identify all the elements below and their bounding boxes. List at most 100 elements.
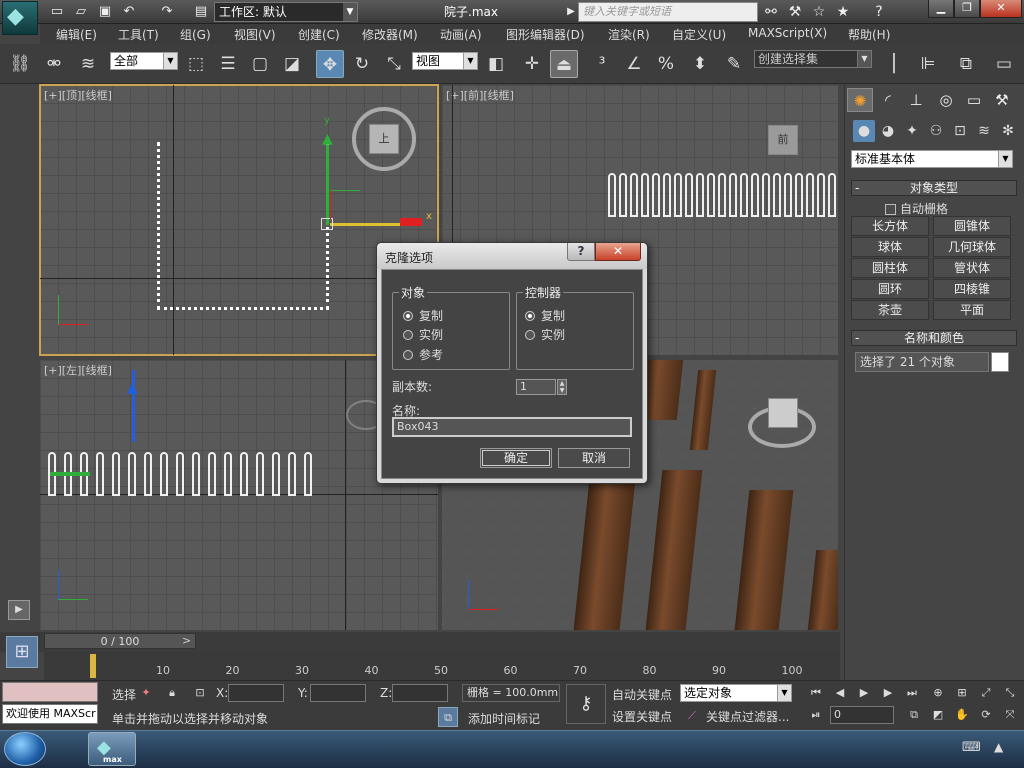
redo-icon[interactable]: ↷: [158, 3, 176, 21]
add-time-tag-label[interactable]: 添加时间标记: [468, 710, 540, 727]
object-type-button[interactable]: 长方体: [851, 216, 929, 236]
maxscript-listener-mini[interactable]: [2, 682, 98, 702]
go-to-start-icon[interactable]: ⏮: [806, 683, 826, 703]
menu-group[interactable]: 组(G): [180, 26, 211, 43]
new-file-icon[interactable]: ▭: [48, 3, 66, 21]
gizmo-x-axis[interactable]: [330, 223, 410, 226]
manipulate-icon[interactable]: ✛: [518, 50, 546, 78]
object-type-button[interactable]: 圆锥体: [933, 216, 1011, 236]
maxscript-welcome-field[interactable]: 欢迎使用 MAXScr: [2, 704, 98, 724]
menu-views[interactable]: 视图(V): [234, 26, 276, 43]
viewcube[interactable]: 上: [369, 124, 399, 154]
rectangular-selection-icon[interactable]: ▢: [246, 50, 274, 78]
gizmo-y-axis[interactable]: [326, 145, 329, 225]
keyboard-icon[interactable]: ⌨: [962, 740, 981, 755]
next-frame-icon[interactable]: ▶: [878, 683, 898, 703]
current-frame-field[interactable]: 0: [830, 706, 894, 724]
zoom-icon[interactable]: ⊕: [928, 683, 948, 703]
help-icon[interactable]: ?: [870, 3, 888, 21]
object-type-button[interactable]: 平面: [933, 300, 1011, 320]
menu-tools[interactable]: 工具(T): [118, 26, 159, 43]
ok-button[interactable]: 确定: [480, 448, 552, 468]
pan-hand-icon[interactable]: ✋: [952, 705, 972, 725]
spinner-snap-icon[interactable]: ⬍: [686, 50, 714, 78]
close-window-button[interactable]: ✕: [980, 0, 1022, 18]
project-folder-icon[interactable]: ▤: [192, 3, 210, 21]
pivot-center-icon[interactable]: ◧: [482, 50, 510, 78]
tray-arrow-icon[interactable]: ▲: [994, 740, 1003, 754]
object-type-button[interactable]: 圆环: [851, 279, 929, 299]
star-icon[interactable]: ★: [834, 3, 852, 21]
helpers-icon[interactable]: ⊡: [949, 120, 971, 142]
window-crossing-icon[interactable]: ◪: [278, 50, 306, 78]
motion-tab-icon[interactable]: ◎: [933, 88, 959, 112]
select-and-rotate-icon[interactable]: ↻: [348, 50, 376, 78]
time-tag-icon[interactable]: ⧉: [438, 707, 458, 727]
menu-maxscript[interactable]: MAXScript(X): [748, 26, 827, 40]
viewcube[interactable]: 前: [768, 125, 798, 155]
binoculars-icon[interactable]: ⚯: [762, 3, 780, 21]
object-type-button[interactable]: 茶壶: [851, 300, 929, 320]
menu-rendering[interactable]: 渲染(R): [608, 26, 650, 43]
object-type-rollout-header[interactable]: - 对象类型: [851, 180, 1017, 196]
cancel-button[interactable]: 取消: [558, 448, 630, 468]
undo-icon[interactable]: ↶: [120, 3, 138, 21]
hierarchy-tab-icon[interactable]: ⊥: [903, 88, 929, 112]
link-icon[interactable]: ⛓: [6, 50, 34, 78]
orbit-icon[interactable]: ⟳: [976, 705, 996, 725]
select-and-scale-icon[interactable]: ⤡: [380, 50, 408, 78]
fence-outline-shape[interactable]: [157, 142, 329, 310]
selection-filter-dropdown[interactable]: 全部 ▼: [110, 52, 178, 70]
menu-help[interactable]: 帮助(H): [848, 26, 890, 43]
edit-named-selection-icon[interactable]: ✎: [720, 50, 748, 78]
object-type-button[interactable]: 圆柱体: [851, 258, 929, 278]
create-tab-sun-icon[interactable]: ✺: [847, 88, 873, 112]
viewport-label[interactable]: [+][顶][线框]: [44, 87, 112, 103]
select-by-name-icon[interactable]: ☰: [214, 50, 242, 78]
isolate-bulb-icon[interactable]: ✦: [136, 683, 156, 703]
subscription-icon[interactable]: ☆: [810, 3, 828, 21]
angle-snap-icon[interactable]: ∠: [620, 50, 648, 78]
maximize-viewport-icon[interactable]: ⤧: [1000, 705, 1020, 725]
select-object-icon[interactable]: ⬚: [182, 50, 210, 78]
shapes-icon[interactable]: ◕: [877, 120, 899, 142]
app-logo-button[interactable]: ◆: [2, 1, 38, 35]
key-mode-toggle-icon[interactable]: ⏯: [806, 705, 826, 725]
fence-front-view[interactable]: [608, 173, 838, 218]
object-copy-radio[interactable]: 复制: [403, 307, 443, 324]
controller-instance-radio[interactable]: 实例: [525, 326, 565, 343]
key-filters-button[interactable]: 关键点过滤器...: [706, 708, 789, 725]
menu-graph-editors[interactable]: 图形编辑器(D): [506, 26, 585, 43]
object-reference-radio[interactable]: 参考: [403, 346, 443, 363]
modify-tab-icon[interactable]: ◜: [875, 88, 901, 112]
time-next-arrow-icon[interactable]: >: [182, 634, 191, 647]
set-key-button[interactable]: 设置关键点: [612, 708, 672, 725]
dialog-close-button[interactable]: ✕: [595, 243, 641, 261]
workspace-dropdown[interactable]: 工作区: 默认 ▼: [214, 2, 358, 22]
key-mode-dropdown[interactable]: 选定对象 ▼: [680, 684, 792, 702]
primitive-category-dropdown[interactable]: 标准基本体 ▼: [851, 150, 1013, 168]
set-key-key-icon[interactable]: ⚷: [566, 684, 606, 724]
auto-key-button[interactable]: 自动关键点: [612, 686, 672, 703]
object-type-button[interactable]: 球体: [851, 237, 929, 257]
reference-coord-dropdown[interactable]: 视图 ▼: [412, 52, 478, 70]
play-icon[interactable]: ▶: [854, 683, 874, 703]
named-selection-dropdown[interactable]: 创建选择集 ▼: [754, 50, 872, 68]
clone-name-input[interactable]: Box043: [392, 417, 632, 437]
viewport-layout-icon[interactable]: ⊞: [6, 636, 38, 668]
menu-edit[interactable]: 编辑(E): [56, 26, 97, 43]
field-of-view-icon[interactable]: ◩: [928, 705, 948, 725]
absolute-mode-icon[interactable]: ⊡: [190, 683, 210, 703]
snaps-toggle-icon[interactable]: ³: [588, 50, 616, 78]
expand-panel-arrow-icon[interactable]: ▶: [8, 600, 30, 620]
restore-button[interactable]: ❐: [954, 0, 980, 18]
open-file-icon[interactable]: ▱: [72, 3, 90, 21]
spacewarps-icon[interactable]: ≋: [973, 120, 995, 142]
previous-frame-icon[interactable]: ◀: [830, 683, 850, 703]
gizmo-plane-handle[interactable]: [330, 190, 360, 220]
zoom-extents-icon[interactable]: ⤢: [976, 683, 996, 703]
copies-spinner-input[interactable]: 1: [516, 379, 556, 395]
object-instance-radio[interactable]: 实例: [403, 326, 443, 343]
viewcube[interactable]: [768, 398, 798, 428]
menu-animation[interactable]: 动画(A): [440, 26, 482, 43]
